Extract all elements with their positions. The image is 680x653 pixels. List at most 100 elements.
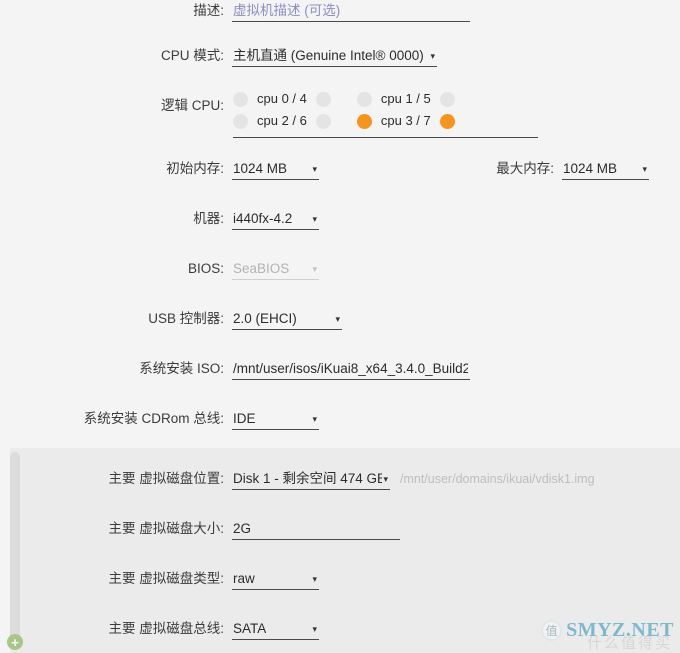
form-row-logical-cpu: 逻辑 CPU: [0, 95, 240, 127]
field-machine: i440fx-4.2 ▾ [232, 208, 319, 230]
field-bios: SeaBIOS ▾ [232, 258, 319, 280]
label-vdisk-location: 主要 虚拟磁盘位置: [108, 471, 224, 486]
cpu-3-toggle[interactable] [356, 113, 372, 129]
vdisk-bus-select[interactable]: SATA ▾ [232, 618, 319, 640]
vdisk-location-path-hint: /mnt/user/domains/ikuai/vdisk1.img [400, 472, 595, 486]
cpu-toggle-group-2: cpu 2 / 6 [233, 112, 331, 130]
vdisk-type-select[interactable]: raw ▾ [232, 568, 319, 590]
cpu-row: cpu 2 / 6 cpu 3 / 7 [233, 110, 538, 132]
install-iso-input[interactable]: /mnt/user/isos/iKuai8_x64_3.4.0_Build202… [232, 358, 470, 380]
form-row-vdisk-bus: 主要 虚拟磁盘总线: SATA ▾ [0, 618, 400, 650]
form-row-install-iso: 系统安装 ISO: /mnt/user/isos/iKuai8_x64_3.4.… [0, 358, 480, 390]
cpu-4-toggle[interactable] [315, 91, 331, 107]
form-row-cdrom-bus: 系统安装 CDRom 总线: IDE ▾ [0, 408, 330, 440]
field-vdisk-bus: SATA ▾ [232, 618, 319, 640]
cpu-2-label: cpu 2 / 6 [257, 113, 307, 128]
initial-memory-select[interactable]: 1024 MB ▾ [232, 158, 319, 180]
chevron-down-icon[interactable]: ▾ [302, 409, 317, 429]
field-usb-controller: 2.0 (EHCI) ▾ [232, 308, 342, 330]
cpu-1-toggle[interactable] [356, 91, 372, 107]
vdisk-type-select-value: raw [233, 570, 255, 586]
label-initial-memory: 初始内存: [166, 161, 224, 176]
cpu-7-toggle[interactable] [439, 113, 455, 129]
form-row-description: 描述: 虚拟机描述 (可选) [0, 0, 470, 32]
field-description: 虚拟机描述 (可选) [232, 0, 470, 22]
chevron-down-icon[interactable]: ▾ [302, 209, 317, 229]
cpu-row: cpu 0 / 4 cpu 1 / 5 [233, 88, 538, 110]
cpu-0-toggle[interactable] [233, 91, 248, 107]
label-logical-cpu: 逻辑 CPU: [160, 98, 224, 113]
field-initial-memory: 1024 MB ▾ [232, 158, 319, 180]
form-row-usb-controller: USB 控制器: 2.0 (EHCI) ▾ [0, 308, 360, 340]
chevron-down-icon[interactable]: ▾ [325, 309, 340, 329]
cpu-toggle-group-0: cpu 0 / 4 [233, 90, 331, 108]
cpu-6-toggle[interactable] [315, 113, 331, 129]
chevron-down-icon[interactable]: ▾ [302, 159, 317, 179]
form-row-vdisk-size: 主要 虚拟磁盘大小: 2G [0, 518, 480, 550]
field-cpu-mode: 主机直通 (Genuine Intel® 0000) ▾ [232, 45, 437, 67]
label-description: 描述: [193, 3, 224, 18]
chevron-down-icon[interactable]: ▾ [632, 159, 647, 179]
vdisk-size-input-value: 2G [233, 520, 252, 536]
cpu-1-label: cpu 1 / 5 [380, 91, 431, 106]
max-memory-select-value: 1024 MB [563, 160, 618, 176]
vdisk-location-select[interactable]: Disk 1 - 剩余空间 474 GB ▾ [232, 468, 390, 490]
machine-select-value: i440fx-4.2 [233, 210, 293, 226]
cpu-mode-select-value: 主机直通 (Genuine Intel® 0000) [233, 47, 424, 63]
watermark-text: SMYZ.NET [566, 619, 674, 641]
label-usb-controller: USB 控制器: [148, 311, 224, 326]
field-vdisk-size: 2G [232, 518, 400, 540]
watermark-badge-icon: 值 [541, 620, 563, 641]
field-vdisk-type: raw ▾ [232, 568, 319, 590]
chevron-down-icon: ▾ [312, 263, 317, 274]
max-memory-select[interactable]: 1024 MB ▾ [562, 158, 649, 180]
form-row-initial-memory: 初始内存: 1024 MB ▾ [0, 158, 330, 190]
cpu-3-label: cpu 3 / 7 [380, 113, 431, 128]
bios-select-value: SeaBIOS [233, 260, 290, 276]
cpu-5-toggle[interactable] [439, 91, 455, 107]
chevron-down-icon[interactable]: ▾ [302, 619, 317, 639]
form-row-cpu-mode: CPU 模式: 主机直通 (Genuine Intel® 0000) ▾ [0, 45, 470, 77]
usb-controller-select[interactable]: 2.0 (EHCI) ▾ [232, 308, 342, 330]
vdisk-bus-select-value: SATA [233, 620, 267, 636]
install-iso-input-value: /mnt/user/isos/iKuai8_x64_3.4.0_Build202… [233, 360, 468, 376]
label-max-memory: 最大内存: [496, 161, 554, 176]
chevron-down-icon[interactable]: ▾ [428, 46, 435, 66]
description-input-value: 虚拟机描述 (可选) [233, 2, 341, 18]
label-vdisk-type: 主要 虚拟磁盘类型: [108, 571, 224, 586]
add-icon[interactable]: + [7, 634, 23, 650]
cpu-toggle-group-1: cpu 1 / 5 [356, 90, 455, 108]
form-row-vdisk-type: 主要 虚拟磁盘类型: raw ▾ [0, 568, 400, 600]
cpu-mode-select[interactable]: 主机直通 (Genuine Intel® 0000) ▾ [232, 45, 437, 67]
label-machine: 机器: [193, 211, 224, 226]
field-install-iso: /mnt/user/isos/iKuai8_x64_3.4.0_Build202… [232, 358, 470, 380]
vm-settings-form: 描述: 虚拟机描述 (可选) CPU 模式: 主机直通 (Genuine Int… [0, 0, 680, 653]
cpu-2-toggle[interactable] [233, 113, 248, 129]
label-bios: BIOS: [187, 261, 224, 276]
vdisk-size-input[interactable]: 2G [232, 518, 400, 540]
form-row-max-memory: 最大内存: 1024 MB ▾ [430, 158, 670, 190]
logical-cpu-grid: cpu 0 / 4 cpu 1 / 5 cpu 2 / 6 cpu 3 / 7 [233, 88, 538, 138]
chevron-down-icon[interactable]: ▾ [382, 469, 388, 489]
watermark: 值 SMYZ.NET [541, 619, 674, 642]
label-vdisk-bus: 主要 虚拟磁盘总线: [108, 621, 224, 636]
usb-controller-select-value: 2.0 (EHCI) [233, 310, 297, 326]
cdrom-bus-select-value: IDE [233, 410, 256, 426]
form-row-vdisk-location: 主要 虚拟磁盘位置: Disk 1 - 剩余空间 474 GB ▾ /mnt/u… [0, 468, 680, 500]
label-install-iso: 系统安装 ISO: [139, 361, 224, 376]
chevron-down-icon[interactable]: ▾ [302, 569, 317, 589]
field-max-memory: 1024 MB ▾ [562, 158, 649, 180]
label-cpu-mode: CPU 模式: [160, 48, 224, 63]
bios-select: SeaBIOS ▾ [232, 258, 319, 280]
label-vdisk-size: 主要 虚拟磁盘大小: [108, 521, 224, 536]
cdrom-bus-select[interactable]: IDE ▾ [232, 408, 319, 430]
field-vdisk-location: Disk 1 - 剩余空间 474 GB ▾ /mnt/user/domains… [232, 468, 595, 490]
cpu-toggle-group-3: cpu 3 / 7 [356, 112, 455, 130]
field-cdrom-bus: IDE ▾ [232, 408, 319, 430]
machine-select[interactable]: i440fx-4.2 ▾ [232, 208, 319, 230]
vdisk-location-select-value: Disk 1 - 剩余空间 474 GB [233, 470, 383, 486]
form-row-bios: BIOS: SeaBIOS ▾ [0, 258, 330, 290]
form-row-machine: 机器: i440fx-4.2 ▾ [0, 208, 330, 240]
description-input[interactable]: 虚拟机描述 (可选) [232, 0, 470, 22]
initial-memory-select-value: 1024 MB [233, 160, 288, 176]
